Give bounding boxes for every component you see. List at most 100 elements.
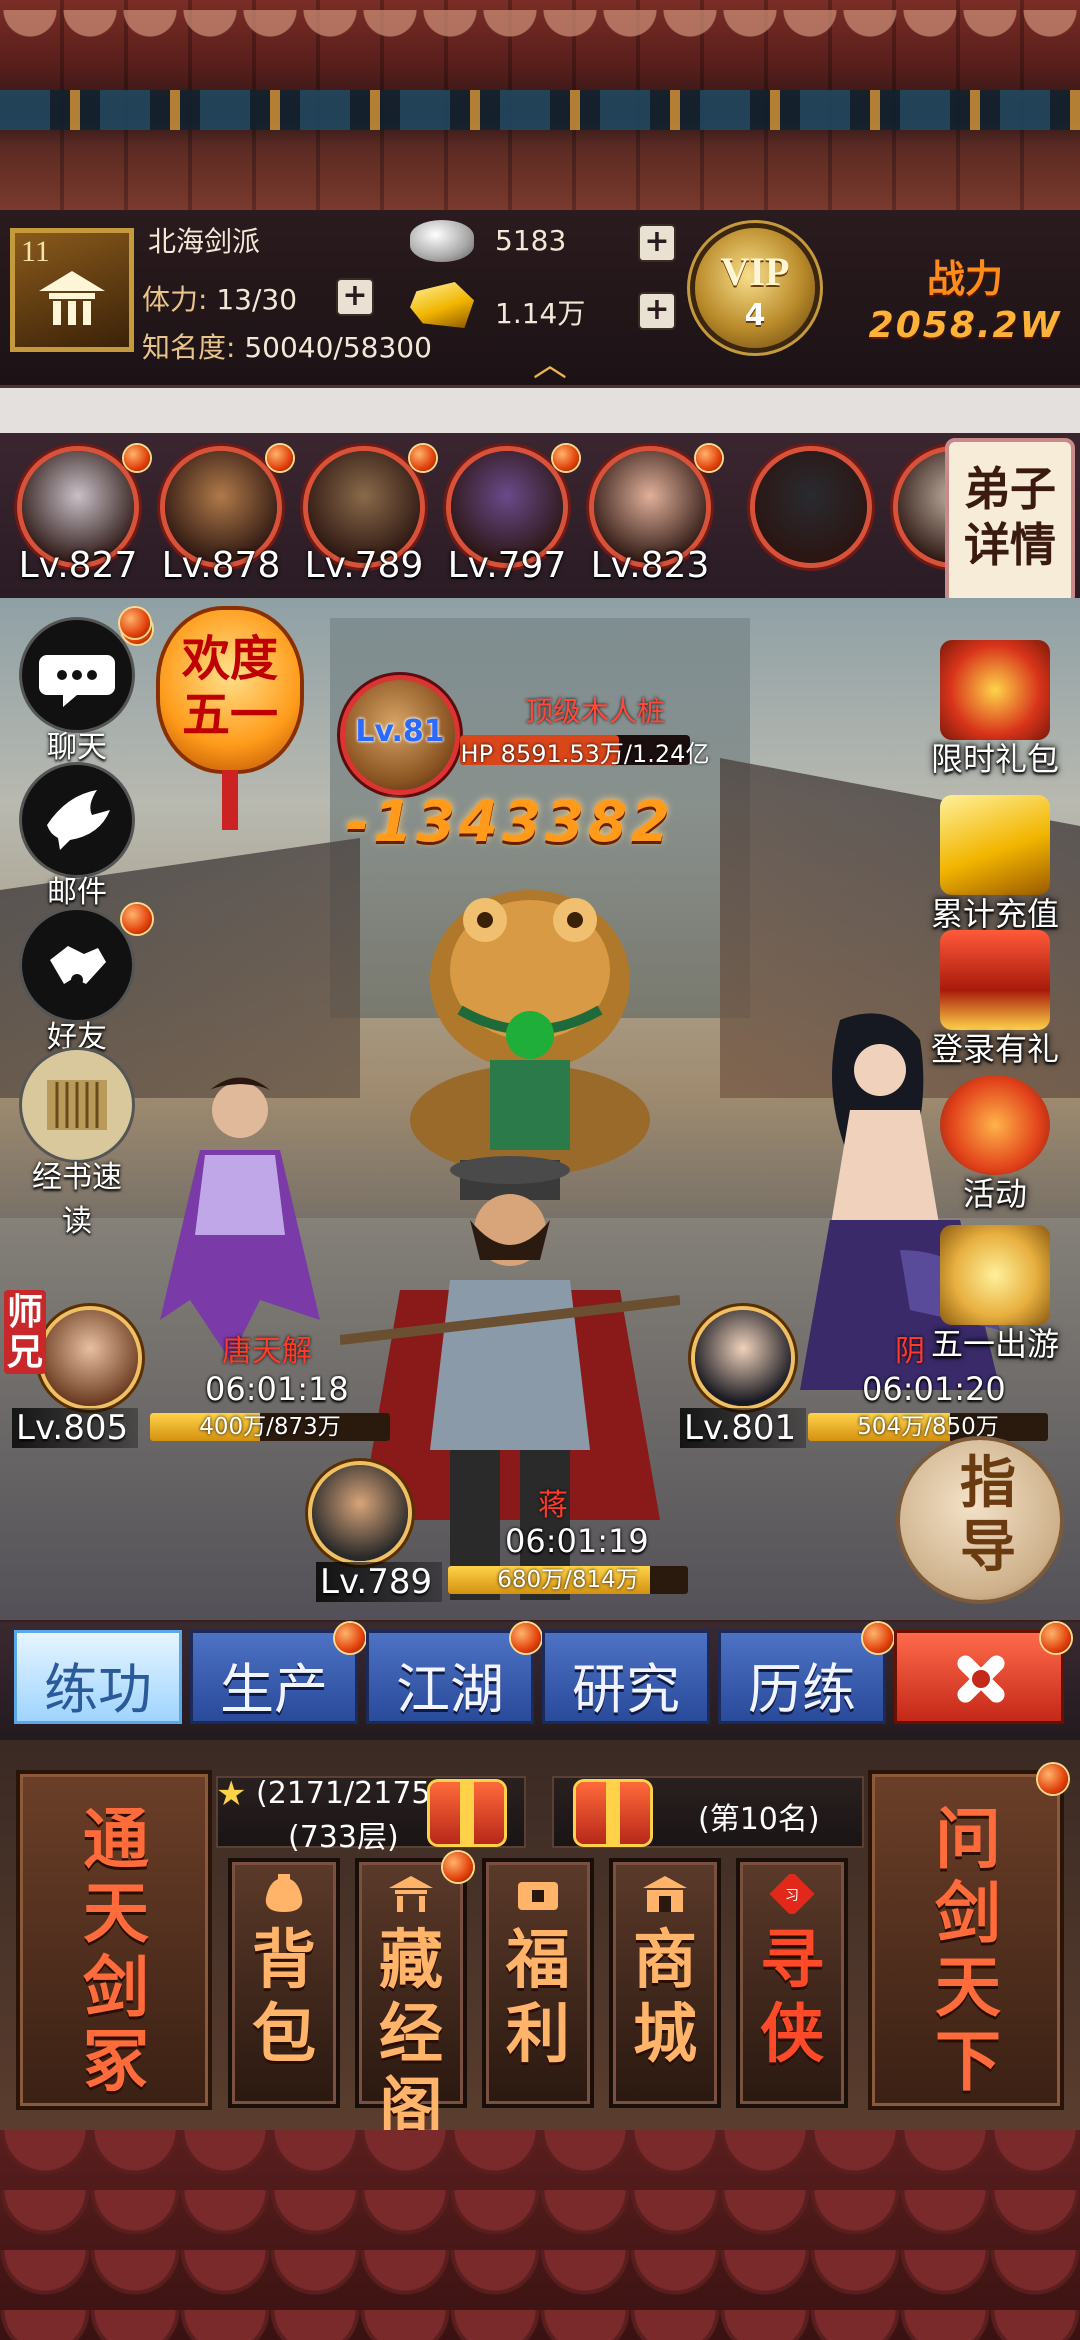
recruit-button[interactable]: 习 寻侠 [736, 1858, 848, 2108]
mayday-trip-label: 五一出游 [930, 1325, 1059, 1363]
event-notify-dot [120, 608, 150, 638]
login-reward-button[interactable]: 登录有礼 [920, 930, 1070, 1070]
activity-label: 活动 [962, 1175, 1027, 1213]
tab-research-label: 研究 [572, 1660, 680, 1720]
boss-name: 顶级木人桩 [524, 695, 665, 728]
tab-training-dot [863, 1623, 893, 1653]
friends-button[interactable]: 好友 [18, 904, 152, 1056]
disciple-detail-button[interactable]: 弟子详情 [945, 438, 1075, 606]
library-notify-dot [443, 1852, 473, 1882]
boss-level: Lv.81 [355, 714, 445, 749]
tongtian-tomb-button[interactable]: 通天剑冢 [16, 1770, 212, 2110]
dove-icon [22, 765, 132, 875]
roof-decoration [0, 0, 1080, 210]
disciple-slot[interactable]: Lv.789 [298, 445, 436, 591]
tower-floor: (733层) [288, 1820, 399, 1855]
disciple-avatar [755, 451, 867, 563]
bag-label: 背包 [252, 1925, 316, 2070]
vip-level: 4 [744, 298, 766, 333]
main-tabs: 练功 生产 江湖 研究 历练 [0, 1622, 1080, 1740]
rank-chest-icon[interactable] [576, 1782, 650, 1844]
tower-progress[interactable]: ★ (2171/2175) (733层) [216, 1774, 526, 1855]
star-icon: ★ [216, 1774, 247, 1814]
tab-jianghu-label: 江湖 [396, 1660, 504, 1720]
wenjian-tianxia-label: 问剑天下 [935, 1804, 1001, 2099]
pavilion-icon [39, 271, 105, 325]
gold-pile-icon [940, 795, 1050, 895]
tower-chest-icon[interactable] [430, 1782, 504, 1844]
mail-button[interactable]: 邮件 [18, 765, 136, 911]
player-avatar[interactable]: 11 [10, 228, 134, 352]
hero-left-hp-bar: 400万/873万 [150, 1413, 390, 1441]
damage-number: -1343382 [346, 790, 674, 855]
pavilion-icon [389, 1876, 433, 1912]
vip-badge[interactable]: VIP 4 [695, 228, 815, 348]
disciple-level: Lv.827 [18, 545, 138, 586]
wenjian-tianxia-button[interactable]: 问剑天下 [868, 1764, 1068, 2110]
tab-jianghu-dot [511, 1623, 541, 1653]
chevron-up-icon[interactable]: ︿ [525, 348, 575, 382]
disciple-slot[interactable]: Lv.827 [12, 445, 150, 591]
handshake-icon [22, 904, 152, 1020]
hero-center-hp-bar: 680万/814万 [448, 1566, 688, 1594]
disciple-slot[interactable]: Lv.823 [584, 445, 722, 591]
shop-button[interactable]: 商城 [609, 1858, 721, 2108]
coin-icon [518, 1882, 558, 1910]
fame-row: 知名度: 50040/58300 [142, 326, 432, 366]
rank-text: (第10名) [698, 1802, 820, 1837]
recharge-label: 累计充值 [930, 895, 1059, 933]
senior-tag: 师兄 [4, 1290, 46, 1374]
disciple-detail-label: 弟子详情 [964, 464, 1056, 571]
tab-practice[interactable]: 练功 [14, 1630, 182, 1724]
gold-amount: 1.14万 [495, 297, 586, 330]
stamina-plus-button[interactable]: + [338, 280, 372, 314]
boss-hp-text: HP 8591.53万/1.24亿 [460, 740, 710, 768]
chat-label: 聊天 [47, 730, 107, 765]
hero-center-level: Lv.789 [316, 1562, 443, 1602]
tab-production[interactable]: 生产 [190, 1623, 365, 1724]
chat-button[interactable]: 聊天 [18, 614, 152, 766]
gold-plus-button[interactable]: + [640, 294, 674, 328]
flower-knot-icon [957, 1655, 1005, 1703]
hero-right-level: Lv.801 [680, 1408, 807, 1448]
disciple-slot[interactable]: Lv.878 [155, 445, 293, 591]
limited-gift-button[interactable]: 限时礼包 [920, 640, 1070, 780]
disciple-slot[interactable]: Lv.797 [441, 445, 579, 591]
bottom-decoration [0, 2130, 1080, 2340]
disciple-strip: Lv.827 Lv.878 Lv.789 Lv.797 Lv.823 [0, 433, 1080, 598]
rank-progress[interactable]: (第10名) [552, 1776, 864, 1848]
login-reward-label: 登录有礼 [930, 1030, 1059, 1068]
tower-stars: (2171/2175) [256, 1776, 443, 1811]
shop-label: 商城 [633, 1925, 697, 2070]
shop-icon [643, 1876, 687, 1912]
sect-name: 北海剑派 [148, 225, 261, 258]
roof-beam [0, 90, 1080, 130]
tab-production-dot [335, 1623, 365, 1653]
hero-left-hp-text: 400万/873万 [199, 1414, 341, 1440]
hero-left-name: 唐天解 [222, 1334, 312, 1369]
gold-ingot-icon [410, 282, 474, 328]
golden-toad-boss [410, 890, 650, 1175]
library-button[interactable]: 藏经阁 [355, 1852, 473, 2144]
recharge-button[interactable]: 累计充值 [920, 795, 1070, 935]
activity-button[interactable]: 活动 [920, 1075, 1070, 1215]
tab-training[interactable]: 历练 [718, 1623, 893, 1724]
divider-bar [0, 388, 1080, 433]
mayday-trip-button[interactable]: 五一出游 [920, 1225, 1070, 1365]
svg-text:习: 习 [785, 1888, 799, 1904]
bag-button[interactable]: 背包 [228, 1858, 340, 2108]
silver-plus-button[interactable]: + [640, 226, 674, 260]
tab-more[interactable] [894, 1623, 1071, 1724]
welfare-button[interactable]: 福利 [482, 1858, 594, 2108]
vip-text: VIP [720, 249, 790, 294]
player-header: 11 北海剑派 体力: 13/30 + 知名度: 50040/58300 518… [0, 210, 1080, 388]
tab-research[interactable]: 研究 [542, 1630, 710, 1724]
guide-button[interactable]: 指导 [900, 1440, 1060, 1600]
event-lantern-button[interactable]: 欢度五一 [120, 608, 300, 770]
friends-notify-dot [122, 904, 152, 934]
disciple-slot[interactable] [745, 451, 877, 591]
welfare-label: 福利 [506, 1925, 570, 2070]
stamina-value: 13/30 [216, 283, 298, 316]
tab-jianghu[interactable]: 江湖 [366, 1623, 541, 1724]
event-lantern-text: 欢度五一 [181, 633, 278, 742]
